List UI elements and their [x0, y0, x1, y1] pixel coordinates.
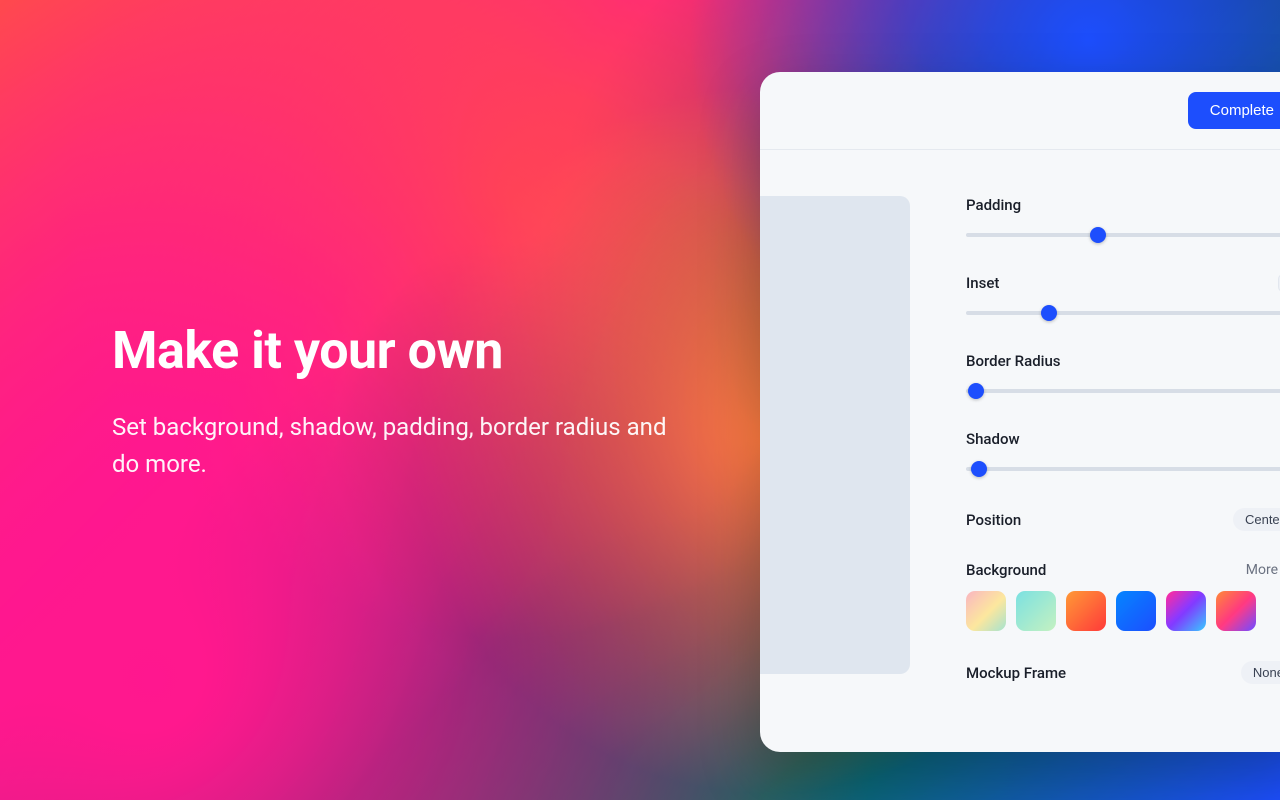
background-swatches [966, 591, 1280, 631]
control-padding: Padding [966, 196, 1280, 244]
slider-track [966, 311, 1280, 315]
slider-thumb[interactable] [968, 383, 984, 399]
position-label: Position [966, 511, 1021, 529]
hero-section: Make it your own Set background, shadow,… [112, 320, 672, 483]
inset-label: Inset [966, 274, 999, 292]
padding-label: Padding [966, 196, 1021, 214]
controls-column: Padding Inset [910, 150, 1280, 752]
app-stage: Make it your own Set background, shadow,… [0, 0, 1280, 800]
background-swatch-2[interactable] [1016, 591, 1056, 631]
control-background: Background More [966, 561, 1280, 631]
inset-slider[interactable] [966, 304, 1280, 322]
padding-slider[interactable] [966, 226, 1280, 244]
background-swatch-5[interactable] [1166, 591, 1206, 631]
background-swatch-1[interactable] [966, 591, 1006, 631]
border-radius-slider[interactable] [966, 382, 1280, 400]
slider-thumb[interactable] [971, 461, 987, 477]
background-swatch-6[interactable] [1216, 591, 1256, 631]
control-mockup-frame: Mockup Frame None [966, 661, 1280, 684]
background-label: Background [966, 561, 1046, 579]
slider-track [966, 233, 1280, 237]
control-shadow: Shadow [966, 430, 1280, 478]
background-swatch-3[interactable] [1066, 591, 1106, 631]
shadow-slider[interactable] [966, 460, 1280, 478]
complete-button[interactable]: Complete [1188, 92, 1280, 129]
border-radius-label: Border Radius [966, 352, 1061, 370]
settings-panel: Complete Padding Inset [760, 72, 1280, 752]
mockup-frame-label: Mockup Frame [966, 664, 1066, 682]
slider-thumb[interactable] [1090, 227, 1106, 243]
shadow-label: Shadow [966, 430, 1020, 448]
background-more-link[interactable]: More [1246, 562, 1280, 578]
mockup-frame-value-pill[interactable]: None [1241, 661, 1280, 684]
hero-subtitle: Set background, shadow, padding, border … [112, 409, 672, 483]
slider-track [966, 467, 1280, 471]
control-position: Position Center [966, 508, 1280, 531]
more-label: More [1246, 562, 1278, 578]
panel-header: Complete [760, 72, 1280, 150]
background-swatch-4[interactable] [1116, 591, 1156, 631]
slider-track [966, 389, 1280, 393]
slider-thumb[interactable] [1041, 305, 1057, 321]
preview-column [760, 150, 910, 752]
control-inset: Inset [966, 274, 1280, 322]
preview-card [760, 196, 910, 674]
control-border-radius: Border Radius [966, 352, 1280, 400]
position-value-pill[interactable]: Center [1233, 508, 1280, 531]
hero-title: Make it your own [112, 320, 672, 381]
panel-body: Padding Inset [760, 150, 1280, 752]
